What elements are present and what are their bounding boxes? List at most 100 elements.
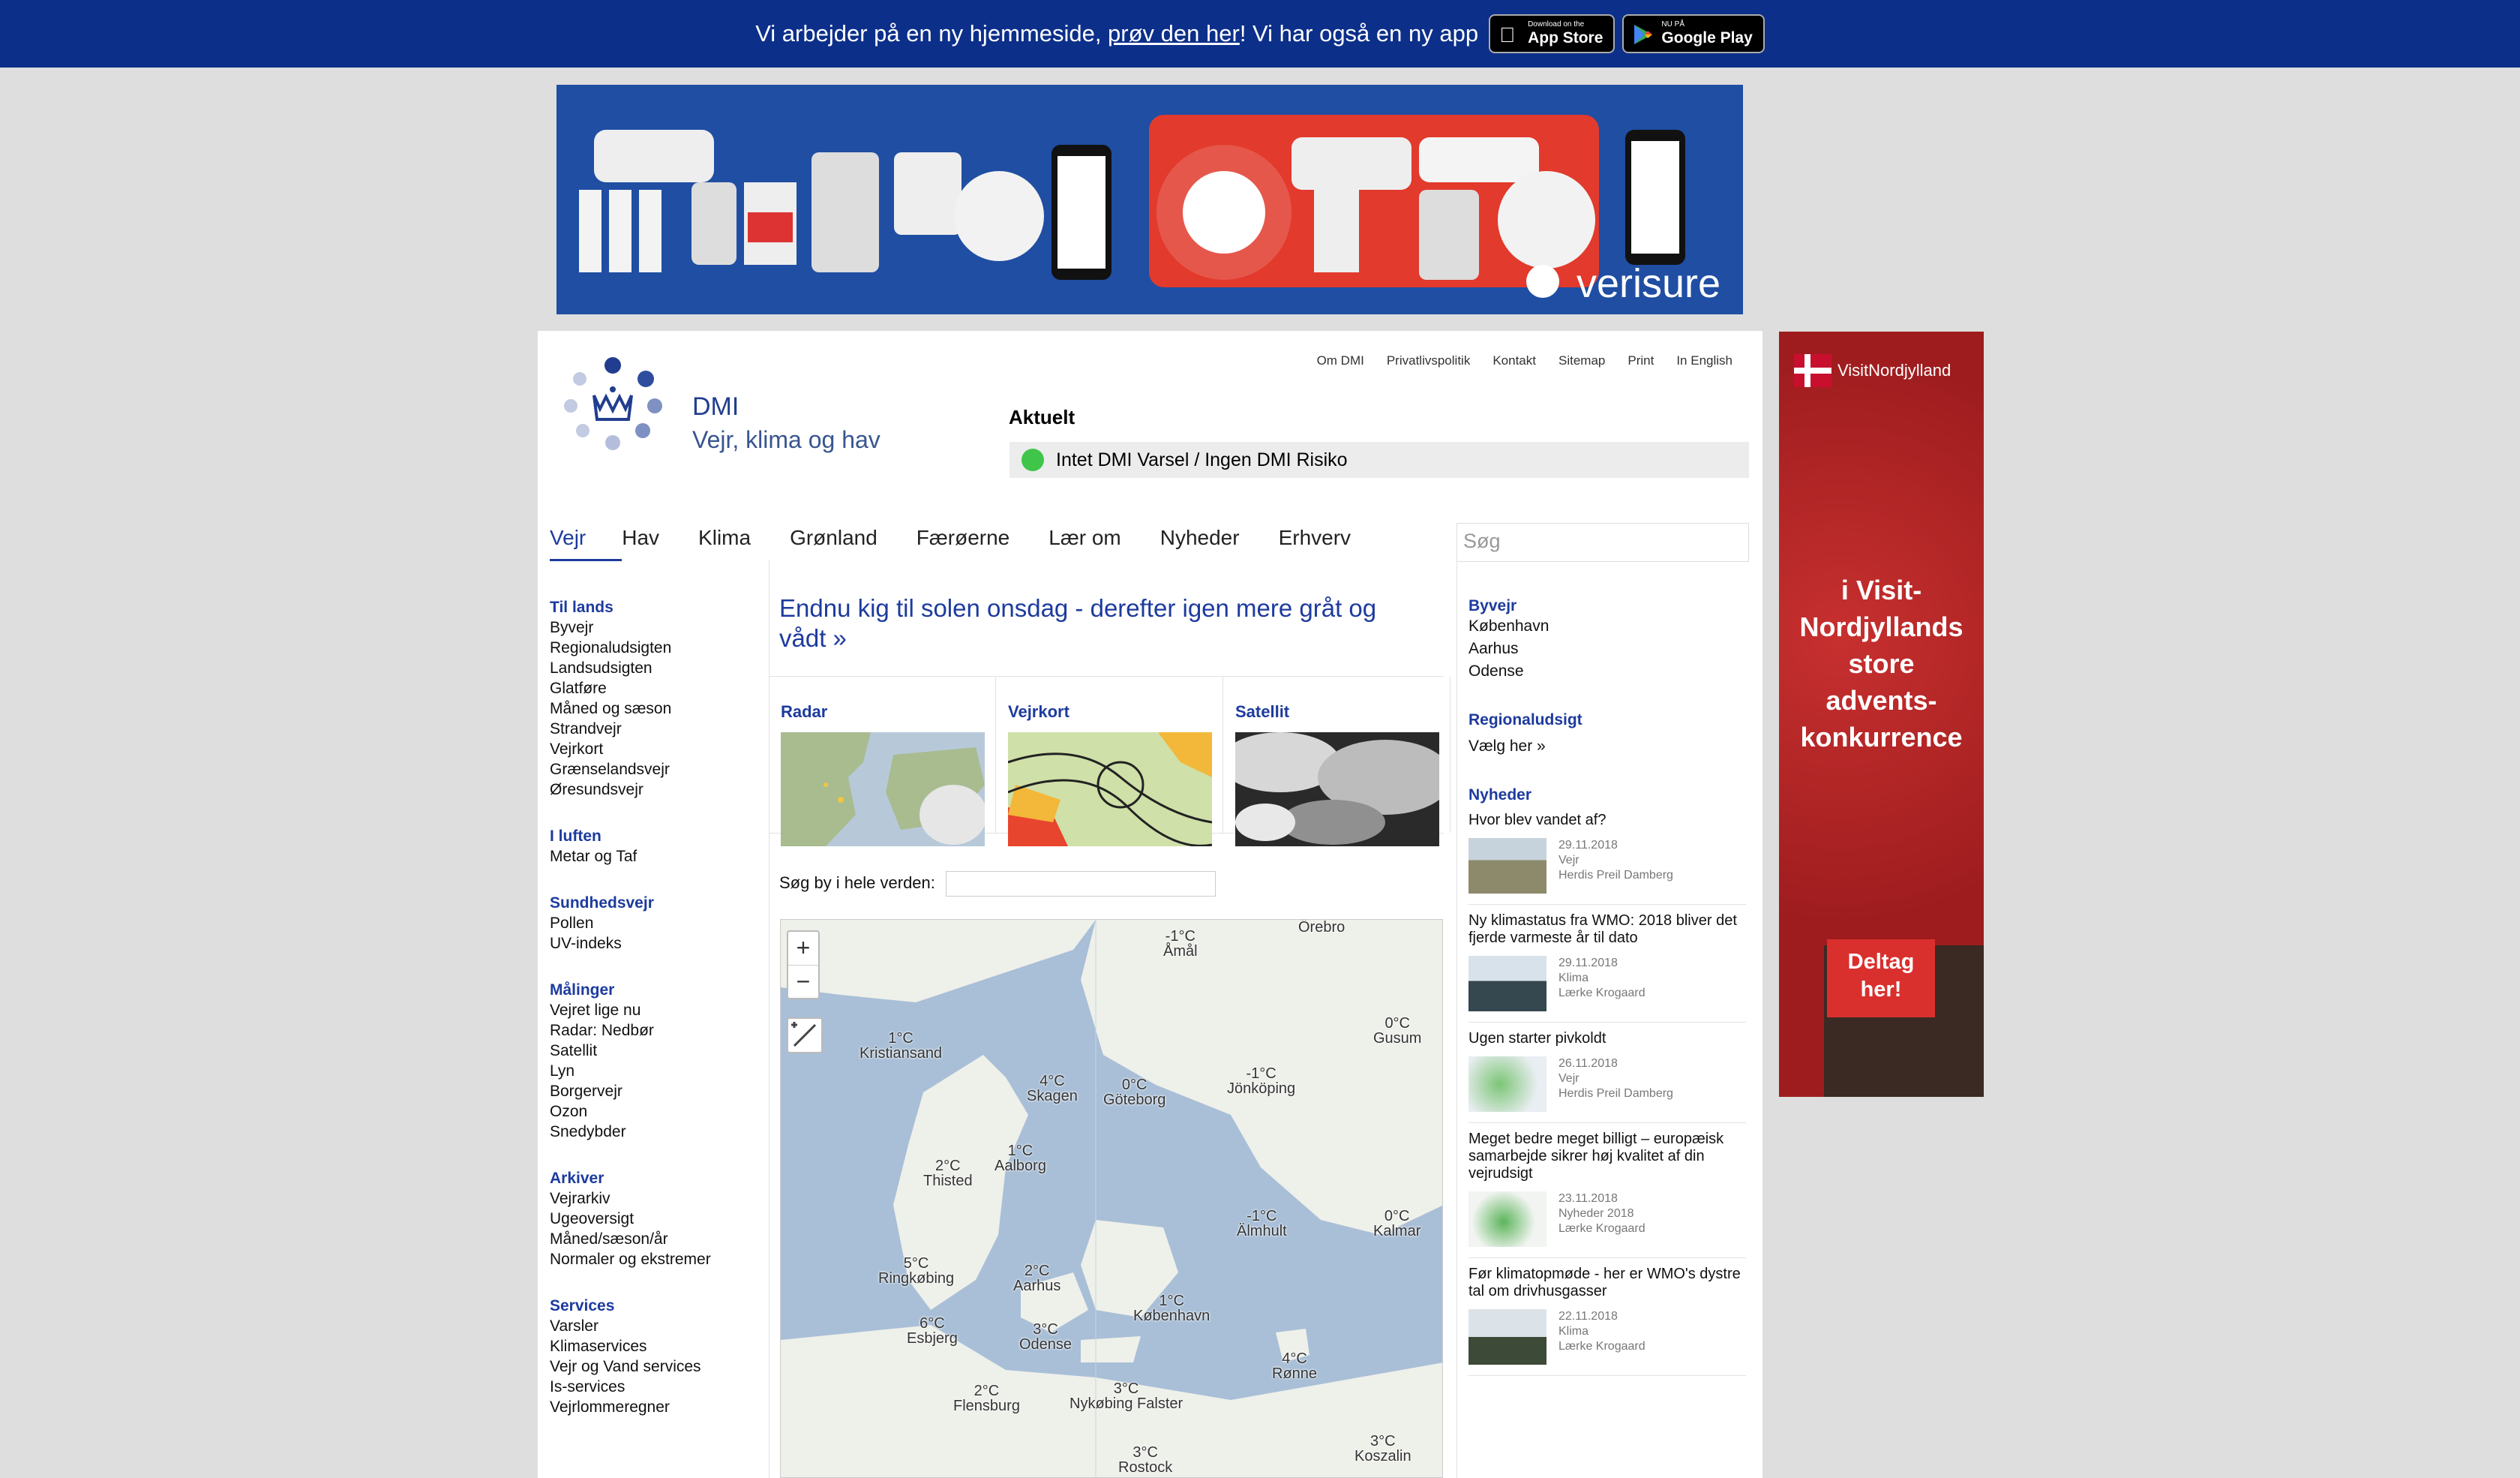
city-search-input[interactable] xyxy=(946,871,1216,897)
visitnordjylland-ad[interactable]: VisitNordjylland i Visit-Nordjyllands st… xyxy=(1779,332,1984,1097)
leftnav-item[interactable]: Metar og Taf xyxy=(550,846,764,867)
nav-erhverv[interactable]: Erhverv xyxy=(1279,526,1351,561)
map-label[interactable]: 0°C Gusum xyxy=(1373,1016,1421,1046)
warning-status[interactable]: Intet DMI Varsel / Ingen DMI Risiko xyxy=(1010,442,1749,478)
map-label[interactable]: 5°C Ringkøbing xyxy=(878,1256,954,1286)
search-input[interactable]: Søg xyxy=(1456,523,1749,562)
map-label[interactable]: 1°C Aalborg xyxy=(994,1143,1046,1173)
leftnav-item[interactable]: Snedybder xyxy=(550,1122,764,1142)
app-store-button[interactable]:  Download on the App Store xyxy=(1489,14,1616,53)
map-label[interactable]: 3°C Koszalin xyxy=(1354,1434,1412,1464)
leftnav-item[interactable]: Borgervejr xyxy=(550,1081,764,1101)
link-om-dmi[interactable]: Om DMI xyxy=(1317,353,1364,368)
news-item[interactable]: Ugen starter pivkoldt 26.11.2018 Vejr Herd… xyxy=(1468,1023,1746,1123)
leftnav-item[interactable]: Radar: Nedbør xyxy=(550,1020,764,1041)
nav-hav[interactable]: Hav xyxy=(622,526,659,561)
nav-nyheder[interactable]: Nyheder xyxy=(1160,526,1240,561)
leftnav-item[interactable]: Måned/sæson/år xyxy=(550,1229,764,1249)
leftnav-head[interactable]: Sundhedsvejr xyxy=(550,893,764,913)
leftnav-item[interactable]: Regionaludsigten xyxy=(550,638,764,658)
link-english[interactable]: In English xyxy=(1676,353,1732,368)
map-label[interactable]: 3°C Rostock xyxy=(1118,1445,1172,1475)
zoom-out-button[interactable]: − xyxy=(788,965,818,998)
map-label[interactable]: 4°C Skagen xyxy=(1027,1074,1078,1104)
leftnav-item[interactable]: Satellit xyxy=(550,1041,764,1061)
leftnav-head[interactable]: Services xyxy=(550,1296,764,1316)
leftnav-item[interactable]: Landsudsigten xyxy=(550,658,764,678)
weather-map[interactable]: + − -1°C Åmål Örebro 1°C Kristiansand 0°C G… xyxy=(780,919,1443,1478)
byvejr-heading[interactable]: Byvejr xyxy=(1468,597,1746,615)
link-print[interactable]: Print xyxy=(1628,353,1654,368)
map-label[interactable]: -1°C Åmål xyxy=(1163,929,1198,959)
nav-vejr[interactable]: Vejr xyxy=(550,526,622,561)
zoom-in-button[interactable]: + xyxy=(788,932,818,965)
measure-tool-button[interactable] xyxy=(787,1017,823,1053)
leftnav-item[interactable]: Grænselandsvejr xyxy=(550,759,764,780)
leftnav-item[interactable]: Vejrlommeregner xyxy=(550,1397,764,1417)
byvejr-link[interactable]: Aarhus xyxy=(1468,638,1746,660)
thumb-satellit[interactable]: Satellit xyxy=(1220,677,1453,846)
nav-groenland[interactable]: Grønland xyxy=(790,526,878,561)
google-play-button[interactable]: NU PÅ Google Play xyxy=(1622,14,1765,53)
news-item[interactable]: Før klimatopmøde - her er WMO's dystre t… xyxy=(1468,1258,1746,1376)
satellite-image xyxy=(1220,732,1453,846)
region-select-link[interactable]: Vælg her » xyxy=(1468,735,1746,758)
map-label[interactable]: 3°C Odense xyxy=(1019,1322,1072,1352)
byvejr-link[interactable]: Odense xyxy=(1468,660,1746,683)
link-kontakt[interactable]: Kontakt xyxy=(1492,353,1536,368)
thumb-radar[interactable]: Radar xyxy=(769,677,996,846)
leftnav-head[interactable]: I luften xyxy=(550,826,764,846)
try-new-site-link[interactable]: prøv den her xyxy=(1108,20,1240,47)
map-label[interactable]: 2°C Thisted xyxy=(923,1158,973,1188)
headline-link[interactable]: Endnu kig til solen onsdag - derefter ig… xyxy=(779,593,1424,653)
leftnav-item[interactable]: Øresundsvejr xyxy=(550,780,764,800)
leftnav-head[interactable]: Arkiver xyxy=(550,1168,764,1188)
link-privatliv[interactable]: Privatlivspolitik xyxy=(1387,353,1470,368)
leftnav-item[interactable]: UV-indeks xyxy=(550,933,764,954)
deltag-button[interactable]: Deltag her! xyxy=(1827,939,1935,1017)
map-label[interactable]: Örebro xyxy=(1298,920,1345,935)
leftnav-item[interactable]: Strandvejr xyxy=(550,719,764,739)
map-label[interactable]: 1°C København xyxy=(1133,1293,1210,1323)
byvejr-link[interactable]: København xyxy=(1468,615,1746,638)
leftnav-item[interactable]: Pollen xyxy=(550,913,764,933)
map-label[interactable]: 0°C Kalmar xyxy=(1373,1209,1420,1239)
leftnav-item[interactable]: Ozon xyxy=(550,1101,764,1122)
leftnav-item[interactable]: Is-services xyxy=(550,1377,764,1397)
leftnav-item[interactable]: Vejrarkiv xyxy=(550,1188,764,1209)
leftnav-item[interactable]: Glatføre xyxy=(550,678,764,698)
leftnav-item[interactable]: Varsler xyxy=(550,1316,764,1336)
leftnav-head[interactable]: Til lands xyxy=(550,597,764,617)
map-label[interactable]: -1°C Jönköping xyxy=(1227,1066,1295,1096)
dmi-logo[interactable] xyxy=(556,347,669,460)
map-label[interactable]: 1°C Kristiansand xyxy=(860,1031,942,1061)
leftnav-item[interactable]: Vejrkort xyxy=(550,739,764,759)
map-label[interactable]: 0°C Göteborg xyxy=(1103,1077,1166,1107)
regionaludsigt-heading[interactable]: Regionaludsigt xyxy=(1468,711,1746,729)
verisure-ad[interactable]: verisure xyxy=(556,85,1743,314)
leftnav-item[interactable]: Måned og sæson xyxy=(550,698,764,719)
map-label[interactable]: 3°C Nykøbing Falster xyxy=(1070,1381,1183,1411)
map-label[interactable]: -1°C Älmhult xyxy=(1237,1209,1287,1239)
leftnav-head[interactable]: Målinger xyxy=(550,980,764,1000)
news-item[interactable]: Ny klimastatus fra WMO: 2018 bliver det … xyxy=(1468,905,1746,1023)
leftnav-item[interactable]: Lyn xyxy=(550,1061,764,1081)
news-item[interactable]: Meget bedre meget billigt – europæisk sa… xyxy=(1468,1123,1746,1258)
map-label[interactable]: 4°C Rønne xyxy=(1272,1351,1317,1381)
nav-laer-om[interactable]: Lær om xyxy=(1048,526,1120,561)
leftnav-item[interactable]: Byvejr xyxy=(550,617,764,638)
thumb-vejrkort[interactable]: Vejrkort xyxy=(996,677,1223,847)
map-label[interactable]: 2°C Flensburg xyxy=(953,1383,1020,1413)
leftnav-item[interactable]: Ugeoversigt xyxy=(550,1209,764,1229)
map-label[interactable]: 6°C Esbjerg xyxy=(907,1316,958,1346)
map-label[interactable]: 2°C Aarhus xyxy=(1013,1263,1060,1293)
leftnav-item[interactable]: Klimaservices xyxy=(550,1336,764,1356)
link-sitemap[interactable]: Sitemap xyxy=(1558,353,1605,368)
leftnav-item[interactable]: Normaler og ekstremer xyxy=(550,1249,764,1269)
leftnav-item[interactable]: Vejr og Vand services xyxy=(550,1356,764,1377)
nyheder-heading[interactable]: Nyheder xyxy=(1468,786,1746,804)
news-item[interactable]: Hvor blev vandet af? 29.11.2018 Vejr Herdi… xyxy=(1468,804,1746,905)
leftnav-item[interactable]: Vejret lige nu xyxy=(550,1000,764,1020)
nav-faeroeerne[interactable]: Færøerne xyxy=(916,526,1010,561)
nav-klima[interactable]: Klima xyxy=(698,526,751,561)
